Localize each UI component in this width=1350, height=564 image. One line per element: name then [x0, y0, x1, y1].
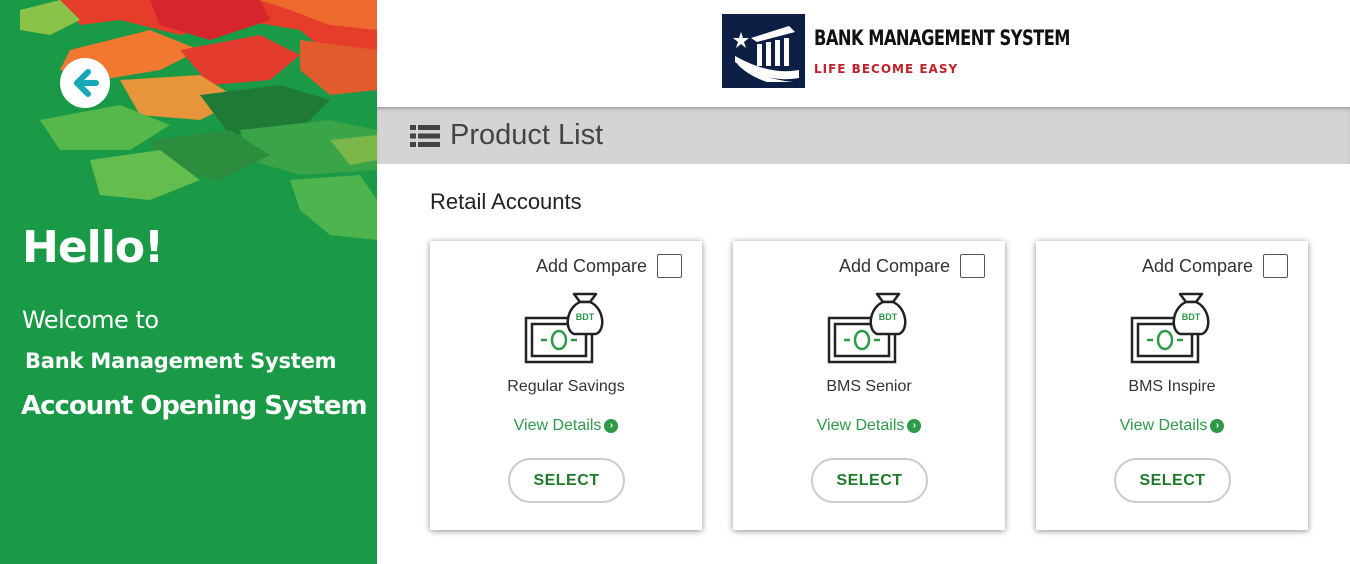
main-content: BANK MANAGEMENT SYSTEM LIFE BECOME EASY … [377, 0, 1350, 564]
view-details-label: View Details [513, 417, 602, 434]
product-card: Add Compare BDT BMS Inspire View Details… [1036, 241, 1308, 530]
arrow-circle-right-icon: › [1210, 418, 1225, 433]
money-bag-icon: BDT [827, 292, 907, 364]
brand-header: BANK MANAGEMENT SYSTEM LIFE BECOME EASY [722, 14, 1112, 88]
product-card: Add Compare BDT BMS Senior View Details ›… [733, 241, 1005, 530]
welcome-text: Welcome to [22, 306, 159, 334]
greeting-heading: Hello! [22, 222, 164, 273]
list-icon [410, 124, 440, 147]
currency-label: BDT [1182, 312, 1201, 322]
compare-checkbox[interactable] [960, 254, 985, 278]
brush-art [20, 0, 377, 240]
compare-label: Add Compare [535, 255, 647, 276]
money-bag-icon: BDT [524, 292, 604, 364]
compare-label: Add Compare [838, 255, 950, 276]
product-name: BMS Senior [826, 378, 912, 395]
system-name: Bank Management System [25, 349, 337, 373]
brand-tagline: LIFE BECOME EASY [814, 62, 959, 76]
add-compare: Add Compare [839, 254, 985, 278]
view-details-link[interactable]: View Details › [430, 417, 702, 435]
select-button[interactable]: SELECT [1114, 458, 1231, 503]
brand-name: BANK MANAGEMENT SYSTEM [814, 26, 1070, 50]
section-title: Retail Accounts [430, 189, 582, 214]
currency-label: BDT [879, 312, 898, 322]
view-details-label: View Details [1119, 417, 1208, 434]
add-compare: Add Compare [1142, 254, 1288, 278]
view-details-link[interactable]: View Details › [1036, 417, 1308, 435]
product-card: Add Compare BDT Regular Savings View Det… [430, 241, 702, 530]
money-bag-icon: BDT [1130, 292, 1210, 364]
welcome-panel: Hello! Welcome to Bank Management System… [0, 0, 377, 564]
arrow-circle-right-icon: › [907, 418, 922, 433]
add-compare: Add Compare [536, 254, 682, 278]
product-name: BMS Inspire [1128, 378, 1216, 395]
compare-label: Add Compare [1141, 255, 1253, 276]
select-button[interactable]: SELECT [508, 458, 625, 503]
bank-building-icon [732, 26, 799, 82]
view-details-label: View Details [816, 417, 905, 434]
arrow-circle-right-icon: › [604, 418, 619, 433]
product-list-title: Product List [450, 119, 604, 151]
currency-label: BDT [576, 312, 595, 322]
compare-checkbox[interactable] [1263, 254, 1288, 278]
product-name: Regular Savings [507, 378, 625, 395]
bank-logo [722, 14, 805, 88]
compare-checkbox[interactable] [657, 254, 682, 278]
back-button[interactable] [60, 58, 110, 108]
system-subtitle: Account Opening System [21, 391, 368, 421]
product-list-header: Product List [377, 107, 1350, 164]
select-button[interactable]: SELECT [811, 458, 928, 503]
view-details-link[interactable]: View Details › [733, 417, 1005, 435]
arrow-left-icon [74, 69, 99, 97]
